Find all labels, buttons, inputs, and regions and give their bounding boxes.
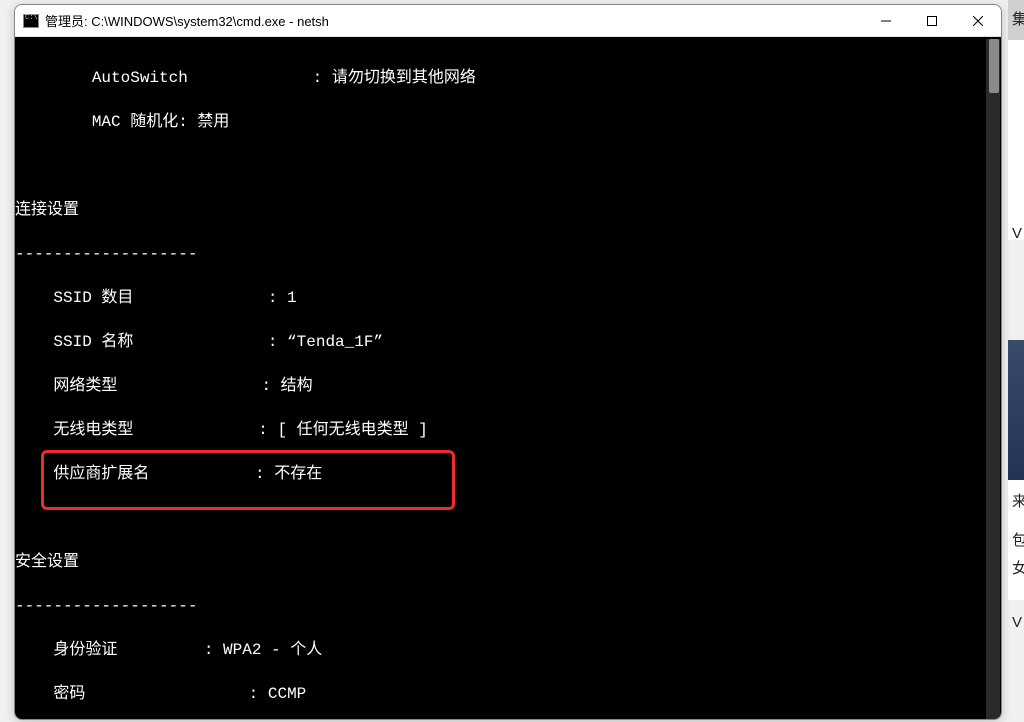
minimize-button[interactable] xyxy=(863,5,909,36)
bg-text: V xyxy=(1012,614,1022,631)
cmd-icon xyxy=(23,14,39,28)
bg-text: V xyxy=(1012,225,1022,242)
terminal-line: SSID 数目 : 1 xyxy=(15,287,1001,309)
titlebar-buttons xyxy=(863,5,1001,36)
terminal-line: 供应商扩展名 : 不存在 xyxy=(15,463,1001,485)
terminal-line: AutoSwitch : 请勿切换到其他网络 xyxy=(15,67,1001,89)
vertical-scrollbar-track[interactable] xyxy=(986,39,1000,719)
section-header: 连接设置 xyxy=(15,199,1001,221)
vertical-scrollbar-thumb[interactable] xyxy=(989,39,999,93)
terminal-line xyxy=(15,507,1001,529)
terminal-line: MAC 随机化: 禁用 xyxy=(15,111,1001,133)
terminal-line: 无线电类型 : [ 任何无线电类型 ] xyxy=(15,419,1001,441)
terminal-line: ------------------- xyxy=(15,595,1001,617)
minimize-icon xyxy=(881,16,891,26)
maximize-button[interactable] xyxy=(909,5,955,36)
cmd-window: 管理员: C:\WINDOWS\system32\cmd.exe - netsh… xyxy=(14,4,1002,720)
terminal-line: 身份验证 : WPA2 - 个人 xyxy=(15,639,1001,661)
terminal-line: SSID 名称 : “Tenda_1F” xyxy=(15,331,1001,353)
terminal-line: 密码 : CCMP xyxy=(15,683,1001,705)
terminal-line xyxy=(15,155,1001,177)
maximize-icon xyxy=(927,16,937,26)
close-icon xyxy=(973,16,983,26)
window-title: 管理员: C:\WINDOWS\system32\cmd.exe - netsh xyxy=(45,11,863,30)
bg-text: 集 xyxy=(1012,8,1024,29)
bg-text: 包 xyxy=(1012,529,1024,550)
close-button[interactable] xyxy=(955,5,1001,36)
terminal-line: ------------------- xyxy=(15,243,1001,265)
terminal-line: 网络类型 : 结构 xyxy=(15,375,1001,397)
section-header: 安全设置 xyxy=(15,551,1001,573)
titlebar[interactable]: 管理员: C:\WINDOWS\system32\cmd.exe - netsh xyxy=(15,5,1001,37)
bg-text: 女 xyxy=(1012,557,1024,578)
bg-text: 来 xyxy=(1012,490,1024,511)
terminal-area[interactable]: AutoSwitch : 请勿切换到其他网络 MAC 随机化: 禁用 连接设置 … xyxy=(15,37,1001,719)
background-window-sliver: 集 V 来 包 女 V xyxy=(1008,0,1024,722)
